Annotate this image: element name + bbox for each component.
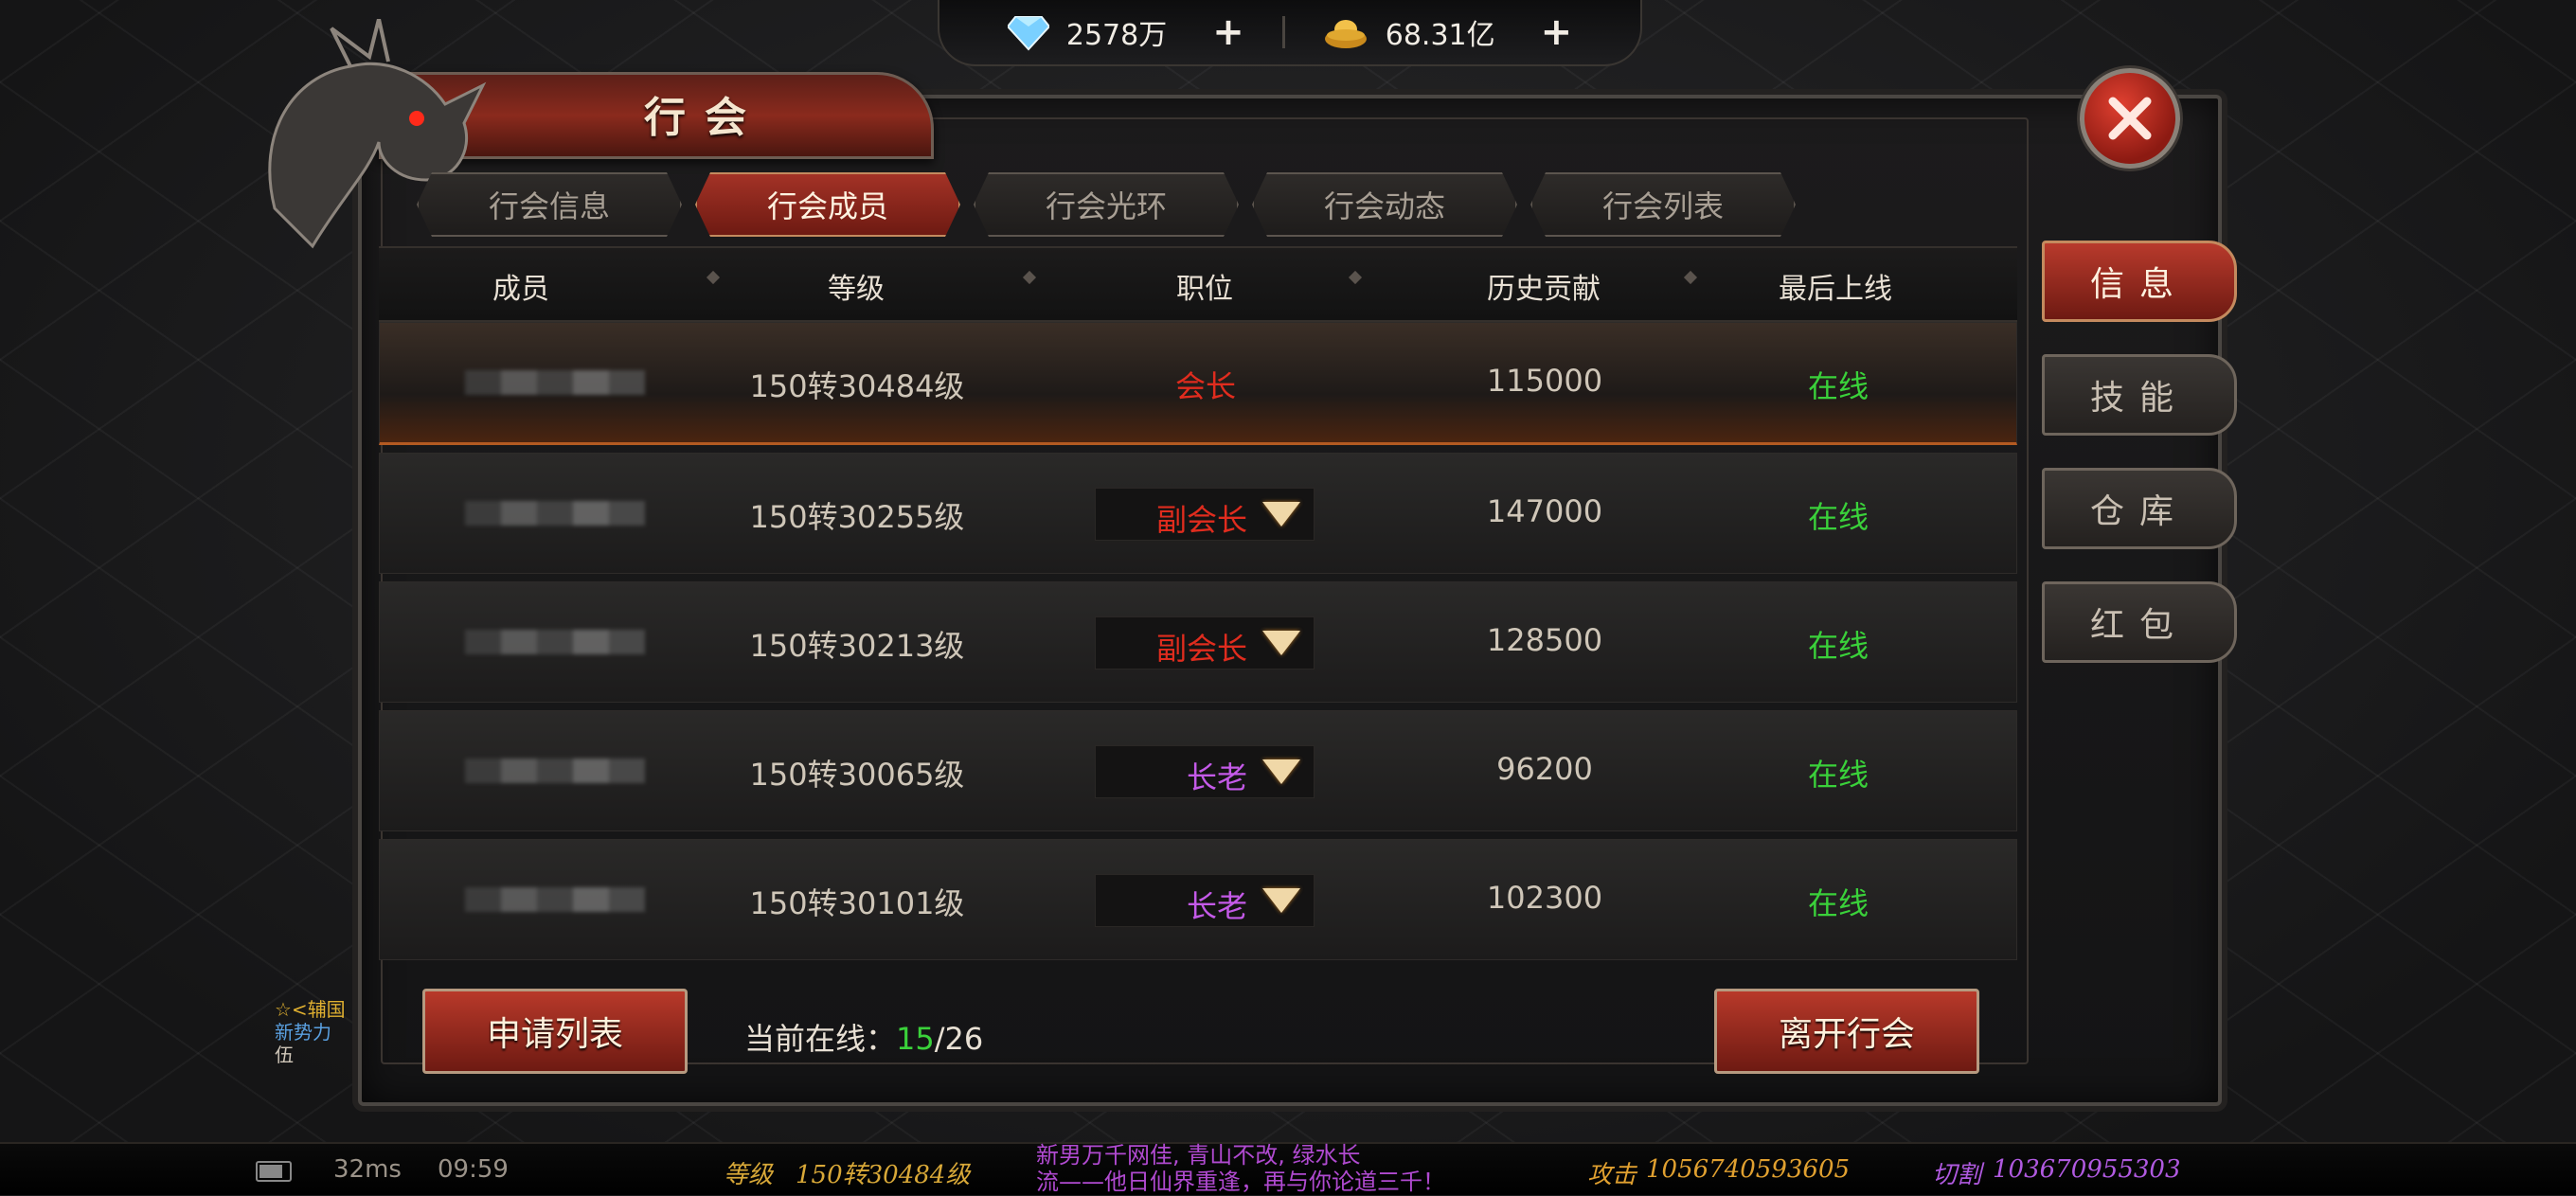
position-dropdown[interactable]: 副会长 <box>1095 488 1315 541</box>
tab-guild-members[interactable]: 行会成员 <box>695 172 960 237</box>
column-divider <box>1348 270 1363 285</box>
left-chat-line: 伍 <box>275 1044 294 1066</box>
side-tabs: 信息 技能 仓库 红包 <box>2042 241 2237 695</box>
left-chat-line: ☆<辅国 <box>275 998 346 1021</box>
online-total: /26 <box>934 1021 984 1057</box>
tab-guild-info[interactable]: 行会信息 <box>417 172 682 237</box>
left-chat-line: 新势力 <box>275 1021 331 1044</box>
member-position: 长老 <box>1186 759 1247 795</box>
member-level: 150转30065级 <box>749 757 965 793</box>
member-online-status: 在线 <box>1807 499 1869 535</box>
online-current: 15 <box>896 1021 935 1057</box>
leave-guild-button[interactable]: 离开行会 <box>1714 989 1979 1074</box>
member-row[interactable]: 150转30065级 长老 96200 在线 <box>379 710 2017 831</box>
member-name-redacted <box>465 370 645 395</box>
attack-value: 1056740593605 <box>1646 1155 1851 1184</box>
position-dropdown[interactable]: 长老 <box>1095 745 1315 798</box>
member-name-redacted <box>465 887 645 912</box>
player-level-value: 150转30484级 <box>796 1161 971 1189</box>
member-online-status: 在线 <box>1807 368 1869 404</box>
diamond-icon <box>1007 16 1049 51</box>
tab-guild-events[interactable]: 行会动态 <box>1252 172 1517 237</box>
member-contribution: 128500 <box>1486 622 1603 658</box>
gold-amount: 68.31亿 <box>1385 19 1495 52</box>
position-dropdown[interactable]: 副会长 <box>1095 616 1315 669</box>
member-level: 150转30213级 <box>749 628 965 664</box>
tab-guild-list[interactable]: 行会列表 <box>1530 172 1796 237</box>
diamond-amount: 2578万 <box>1065 19 1168 52</box>
column-divider <box>706 270 721 285</box>
member-online-status: 在线 <box>1807 757 1869 793</box>
member-level: 150转30484级 <box>749 368 965 404</box>
chat-line: 流——他日仙界重逢，再与你论道三千！ <box>1036 1169 1445 1195</box>
column-member: 成员 <box>492 273 549 306</box>
member-contribution: 147000 <box>1486 493 1603 529</box>
battery-icon <box>256 1161 292 1182</box>
column-divider <box>1022 270 1037 285</box>
window-title: 行会 <box>644 94 765 142</box>
member-name-redacted <box>465 759 645 783</box>
column-divider <box>1683 270 1698 285</box>
member-list: 150转30484级 会长 115000 在线 150转30255级 副会长 1… <box>379 322 2017 968</box>
dropdown-arrow-icon <box>1262 631 1300 655</box>
column-position: 职位 <box>1176 273 1233 306</box>
dropdown-arrow-icon <box>1262 759 1300 784</box>
dropdown-arrow-icon <box>1262 502 1300 527</box>
member-contribution: 102300 <box>1486 880 1603 916</box>
member-position: 长老 <box>1186 888 1247 924</box>
dropdown-arrow-icon <box>1262 888 1300 913</box>
member-row[interactable]: 150转30255级 副会长 147000 在线 <box>379 453 2017 574</box>
add-diamond-button[interactable]: + <box>1212 10 1244 54</box>
member-row[interactable]: 150转30101级 长老 102300 在线 <box>379 839 2017 960</box>
close-icon <box>2108 97 2152 140</box>
member-contribution: 96200 <box>1496 751 1593 787</box>
apply-list-button[interactable]: 申请列表 <box>422 989 688 1074</box>
clock: 09:59 <box>438 1155 509 1184</box>
side-tab-warehouse[interactable]: 仓库 <box>2042 468 2237 549</box>
side-tab-red-packet[interactable]: 红包 <box>2042 581 2237 663</box>
online-count: 当前在线：15/26 <box>744 1015 983 1059</box>
member-contribution: 115000 <box>1486 363 1603 399</box>
currency-divider <box>1281 16 1285 48</box>
cut-label: 切割 <box>1932 1161 1982 1189</box>
attack-label: 攻击 <box>1587 1161 1637 1189</box>
guild-tabs: 行会信息 行会成员 行会光环 行会动态 行会列表 <box>417 172 1796 237</box>
close-button[interactable] <box>2080 68 2180 169</box>
member-position: 副会长 <box>1155 631 1247 667</box>
position-dropdown[interactable]: 长老 <box>1095 874 1315 927</box>
member-online-status: 在线 <box>1807 885 1869 921</box>
currency-bar: 2578万 + 68.31亿 + <box>938 0 1642 66</box>
status-bar: 32ms 09:59 等级 150转30484级 新男万千网佳, 青山不改, 绿… <box>0 1142 2576 1195</box>
tab-guild-aura[interactable]: 行会光环 <box>974 172 1239 237</box>
online-label: 当前在线： <box>744 1021 897 1057</box>
member-level: 150转30101级 <box>749 885 965 921</box>
gold-ingot-icon <box>1324 20 1367 48</box>
member-level: 150转30255级 <box>749 499 965 535</box>
cut-value: 103670955303 <box>1993 1155 2181 1184</box>
side-tab-info[interactable]: 信息 <box>2042 241 2237 322</box>
member-name-redacted <box>465 630 645 654</box>
member-position: 副会长 <box>1155 502 1247 538</box>
column-level: 等级 <box>828 273 885 306</box>
column-contribution: 历史贡献 <box>1487 273 1601 306</box>
left-chat-fragment: ☆<辅国 新势力 伍 <box>275 998 346 1066</box>
member-row[interactable]: 150转30484级 会长 115000 在线 <box>379 322 2017 445</box>
member-table-header: 成员 等级 职位 历史贡献 最后上线 <box>379 246 2017 322</box>
column-last-online: 最后上线 <box>1779 273 1892 306</box>
member-online-status: 在线 <box>1807 628 1869 664</box>
player-level-label: 等级 <box>724 1161 774 1189</box>
member-row[interactable]: 150转30213级 副会长 128500 在线 <box>379 581 2017 703</box>
side-tab-skills[interactable]: 技能 <box>2042 354 2237 436</box>
ping: 32ms <box>333 1155 402 1184</box>
add-gold-button[interactable]: + <box>1541 10 1573 54</box>
member-position: 会长 <box>1174 368 1237 404</box>
member-name-redacted <box>465 501 645 526</box>
